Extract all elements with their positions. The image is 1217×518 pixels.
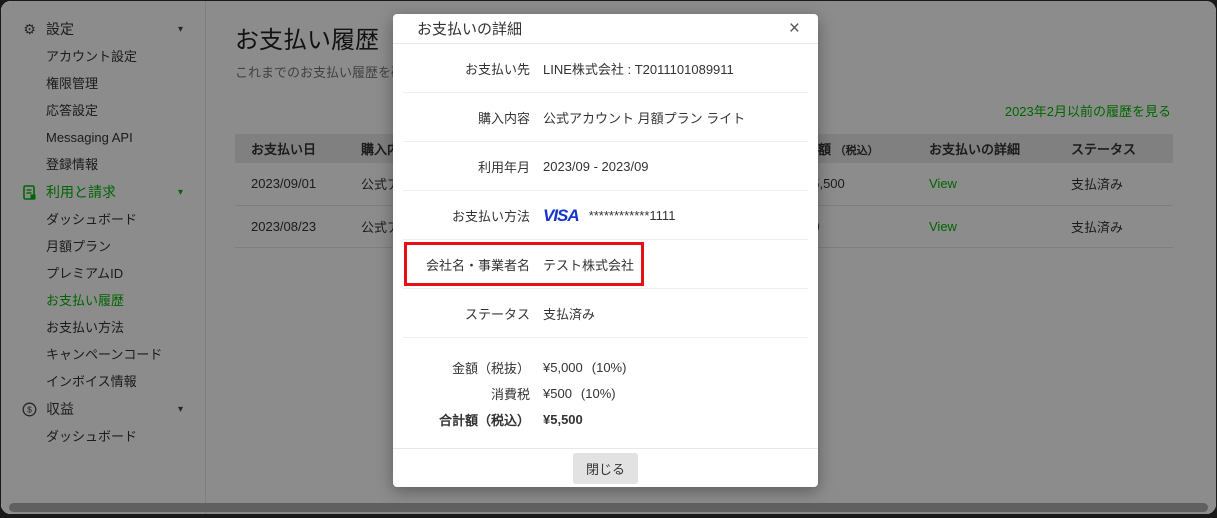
detail-row-status: ステータス 支払済み	[403, 289, 808, 338]
amount-row-total: 合計額（税込） ¥5,500	[403, 406, 808, 432]
close-button[interactable]: 閉じる	[573, 453, 638, 484]
detail-row-purchase-content: 購入内容 公式アカウント 月額プラン ライト	[403, 93, 808, 142]
close-icon[interactable]: ×	[785, 19, 804, 38]
detail-row-payment-method: お支払い方法 VISA ************1111	[403, 191, 808, 240]
detail-value: テスト株式会社	[543, 255, 634, 274]
amount-value: ¥5,500	[543, 412, 583, 427]
detail-value: 支払済み	[543, 304, 595, 323]
amount-value: ¥5,000	[543, 360, 583, 375]
detail-value: 公式アカウント 月額プラン ライト	[543, 108, 745, 127]
detail-row-usage-period: 利用年月 2023/09 - 2023/09	[403, 142, 808, 191]
visa-logo-icon: VISA	[543, 207, 579, 224]
amount-row-tax: 消費税 ¥500 (10%)	[403, 380, 808, 406]
masked-card-number: ************1111	[589, 208, 676, 223]
amount-value: ¥500	[543, 386, 572, 401]
detail-label: 会社名・事業者名	[403, 255, 530, 274]
detail-label: ステータス	[403, 304, 530, 323]
detail-label: お支払い方法	[403, 206, 530, 225]
amount-label: 消費税	[403, 384, 530, 403]
detail-label: お支払い先	[403, 59, 530, 78]
detail-row-payee: お支払い先 LINE株式会社 : T2011101089911	[403, 44, 808, 93]
modal-title: お支払いの詳細	[417, 18, 522, 39]
amount-summary: 金額（税抜） ¥5,000 (10%) 消費税 ¥500 (10%) 合計額（税…	[393, 338, 818, 432]
tax-rate: (10%)	[581, 386, 616, 401]
payment-detail-modal: お支払いの詳細 × お支払い先 LINE株式会社 : T201110108991…	[393, 14, 818, 487]
detail-row-company-name: 会社名・事業者名 テスト株式会社	[403, 240, 808, 289]
detail-label: 購入内容	[403, 108, 530, 127]
amount-row-subtotal: 金額（税抜） ¥5,000 (10%)	[403, 354, 808, 380]
app-window: ⚙ 設定 ▾ アカウント設定 権限管理 応答設定 Messaging API 登…	[1, 1, 1216, 514]
detail-value: LINE株式会社 : T2011101089911	[543, 59, 734, 78]
amount-label: 金額（税抜）	[403, 358, 530, 377]
detail-label: 利用年月	[403, 157, 530, 176]
detail-value: 2023/09 - 2023/09	[543, 159, 649, 174]
tax-rate: (10%)	[592, 360, 627, 375]
amount-label: 合計額（税込）	[403, 410, 530, 429]
